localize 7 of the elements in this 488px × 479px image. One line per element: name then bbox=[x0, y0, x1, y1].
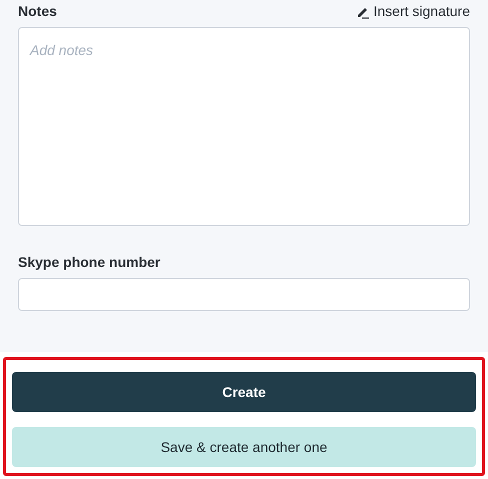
save-and-create-another-button[interactable]: Save & create another one bbox=[12, 427, 476, 467]
skype-label: Skype phone number bbox=[18, 253, 162, 272]
create-button[interactable]: Create bbox=[12, 372, 476, 412]
skype-field[interactable] bbox=[18, 278, 470, 311]
insert-signature-link[interactable]: Insert signature bbox=[356, 1, 470, 22]
notes-label: Notes bbox=[18, 2, 57, 21]
notes-field[interactable]: Add notes bbox=[18, 27, 470, 226]
